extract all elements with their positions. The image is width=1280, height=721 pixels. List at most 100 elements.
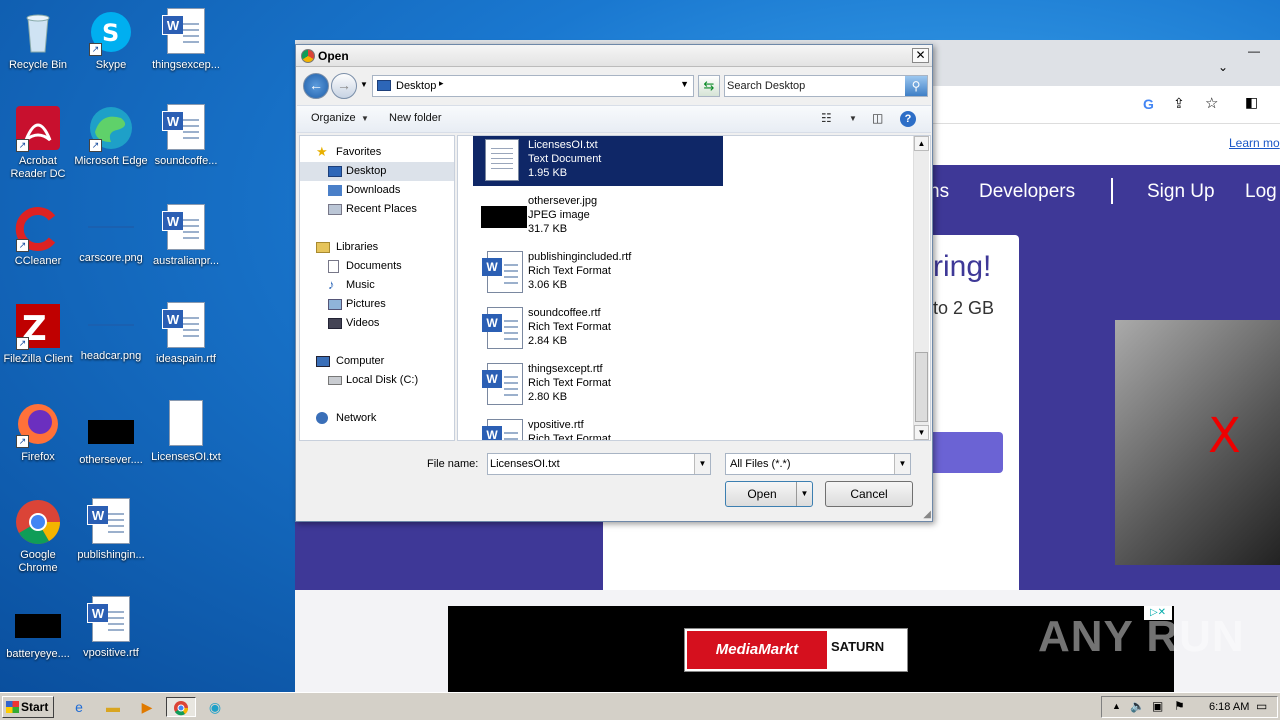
organize-dropdown-icon[interactable]: ▼ [361,114,369,123]
desktop-icon-soundcoffee[interactable]: W soundcoffe... [148,104,224,168]
back-button[interactable]: ← [303,73,329,99]
desktop-icon-headcar[interactable]: headcar.png [73,302,149,363]
desktop-icon-batteryeye[interactable]: batteryeye.... [0,604,76,661]
google-icon[interactable]: G [1143,96,1154,112]
search-box[interactable]: ⚲ [724,75,928,97]
file-type-select[interactable]: All Files (*.*) ▼ [725,453,911,475]
close-mark-icon: X [1208,408,1241,464]
view-dropdown-icon[interactable]: ▼ [849,114,857,123]
nav-link-login[interactable]: Log [1245,181,1277,203]
file-item-licensesoi[interactable]: LicensesOI.txt Text Document 1.95 KB [473,136,723,186]
media-player-icon[interactable]: ▶ [136,697,158,717]
file-item-soundcoffee[interactable]: W soundcoffee.rtf Rich Text Format 2.84 … [473,302,723,354]
chevron-down-icon[interactable]: ▼ [894,454,910,474]
volume-icon[interactable]: 🔈 [1130,699,1145,713]
nav-desktop[interactable]: Desktop [300,162,454,181]
scroll-up-icon[interactable]: ▲ [914,136,929,151]
svg-text:S: S [102,19,119,47]
breadcrumb-location[interactable]: Desktop [396,80,436,92]
share-icon[interactable]: ⇪ [1173,95,1185,112]
nav-libraries[interactable]: Libraries [300,238,454,257]
organize-button[interactable]: Organize [311,112,356,124]
desktop-icon-skype[interactable]: S ↗ Skype [73,8,149,72]
action-center-flag-icon[interactable]: ⚑ [1174,699,1185,713]
clock[interactable]: 6:18 AM [1209,701,1249,713]
chevron-down-icon[interactable]: ▼ [694,454,710,474]
desktop-icon-filezilla[interactable]: Z ↗ FileZilla Client [0,302,76,366]
desktop-icon-australianpr[interactable]: W australianpr... [148,204,224,268]
desktop-icon-ccleaner[interactable]: ↗ CCleaner [0,204,76,268]
sidepanel-icon[interactable]: ◧ [1245,94,1258,111]
chevron-down-icon[interactable]: ⌄ [1218,60,1228,74]
internet-explorer-icon[interactable]: e [68,697,90,717]
network-tray-icon[interactable]: ▣ [1152,699,1163,713]
breadcrumb-arrow-icon[interactable]: ▸ [439,78,444,89]
dialog-titlebar[interactable]: Open ✕ [296,45,932,67]
file-explorer-icon[interactable]: ▬ [102,697,124,717]
star-icon[interactable]: ☆ [1205,94,1218,112]
nav-videos[interactable]: Videos [300,314,454,333]
desktop-icon-ideaspain[interactable]: W ideaspain.rtf [148,302,224,366]
desktop-icon-othersever[interactable]: othersever.... [73,406,149,467]
file-item-vpositive[interactable]: W vpositive.rtf Rich Text Format [473,414,723,441]
file-list-scrollbar[interactable]: ▲ ▼ [913,136,929,440]
scroll-down-icon[interactable]: ▼ [914,425,929,440]
filezilla-icon: Z ↗ [14,302,62,350]
forward-button[interactable]: → [331,73,357,99]
nav-pictures[interactable]: Pictures [300,295,454,314]
desktop-icon-acrobat[interactable]: ↗ Acrobat Reader DC [0,104,76,181]
minimize-icon[interactable]: — [1248,44,1260,58]
nav-computer[interactable]: Computer [300,352,454,371]
nav-local-disk[interactable]: Local Disk (C:) [300,371,454,390]
desktop-icon-recycle-bin[interactable]: Recycle Bin [0,8,76,72]
search-icon[interactable]: ⚲ [905,76,927,96]
nav-label: Favorites [336,146,382,158]
file-item-thingsexcept[interactable]: W thingsexcept.rtf Rich Text Format 2.80… [473,358,723,410]
chrome-taskbar-icon[interactable] [166,697,196,717]
edge-taskbar-icon[interactable]: ◉ [204,697,226,717]
close-button[interactable]: ✕ [912,48,929,63]
file-name-field[interactable] [490,456,690,472]
start-button[interactable]: Start [2,696,54,718]
desktop-icon-chrome[interactable]: Google Chrome [0,498,76,575]
desktop-icon-edge[interactable]: ↗ Microsoft Edge [73,104,149,168]
preview-pane-icon[interactable]: ◫ [872,111,883,125]
desktop-icon-firefox[interactable]: ↗ Firefox [0,400,76,464]
nav-label: Desktop [346,165,387,177]
file-type: Rich Text Format [528,433,611,441]
new-folder-button[interactable]: New folder [389,112,442,124]
learn-more-link[interactable]: Learn mo [1229,136,1280,150]
help-icon[interactable]: ? [900,111,916,127]
cancel-button[interactable]: Cancel [825,481,913,507]
view-options-icon[interactable]: ☷ [821,111,832,125]
history-dropdown-icon[interactable]: ▼ [360,80,368,89]
breadcrumb[interactable]: Desktop ▸ ▼ [372,75,694,97]
nav-link-signup[interactable]: Sign Up [1147,181,1215,203]
nav-recent-places[interactable]: Recent Places [300,200,454,219]
desktop-icon-vpositive[interactable]: W vpositive.rtf [73,596,149,660]
nav-favorites[interactable]: ★ Favorites [300,143,454,162]
hero-title: ring! [933,250,992,283]
chevron-down-icon[interactable]: ▼ [680,79,689,89]
scrollbar-thumb[interactable] [915,352,928,422]
desktop-icon-carscore[interactable]: carscore.png [73,204,149,265]
file-name-combobox[interactable]: ▼ [487,453,711,475]
file-item-publishingincluded[interactable]: W publishingincluded.rtf Rich Text Forma… [473,246,723,298]
nav-link-developers[interactable]: Developers [979,181,1075,203]
nav-downloads[interactable]: Downloads [300,181,454,200]
desktop-icon-licensesoi[interactable]: LicensesOI.txt [148,400,224,464]
search-input[interactable] [727,78,903,94]
open-button[interactable]: Open ▼ [725,481,813,507]
nav-network[interactable]: Network [300,409,454,428]
tray-expand-icon[interactable]: ▲ [1112,701,1121,711]
resize-grip-icon[interactable]: ◢ [923,509,931,520]
desktop-icon-thingsexcept[interactable]: W thingsexcep... [148,8,224,72]
nav-music[interactable]: ♪ Music [300,276,454,295]
word-document-icon: W [481,418,523,440]
desktop-icon-publishingincluded[interactable]: W publishingin... [73,498,149,562]
nav-documents[interactable]: Documents [300,257,454,276]
show-desktop-icon[interactable]: ▭ [1256,699,1267,713]
file-item-othersever[interactable]: othersever.jpg JPEG image 31.7 KB [473,190,723,242]
refresh-button[interactable]: ⇆ [698,75,720,97]
open-dropdown-icon[interactable]: ▼ [796,482,812,506]
